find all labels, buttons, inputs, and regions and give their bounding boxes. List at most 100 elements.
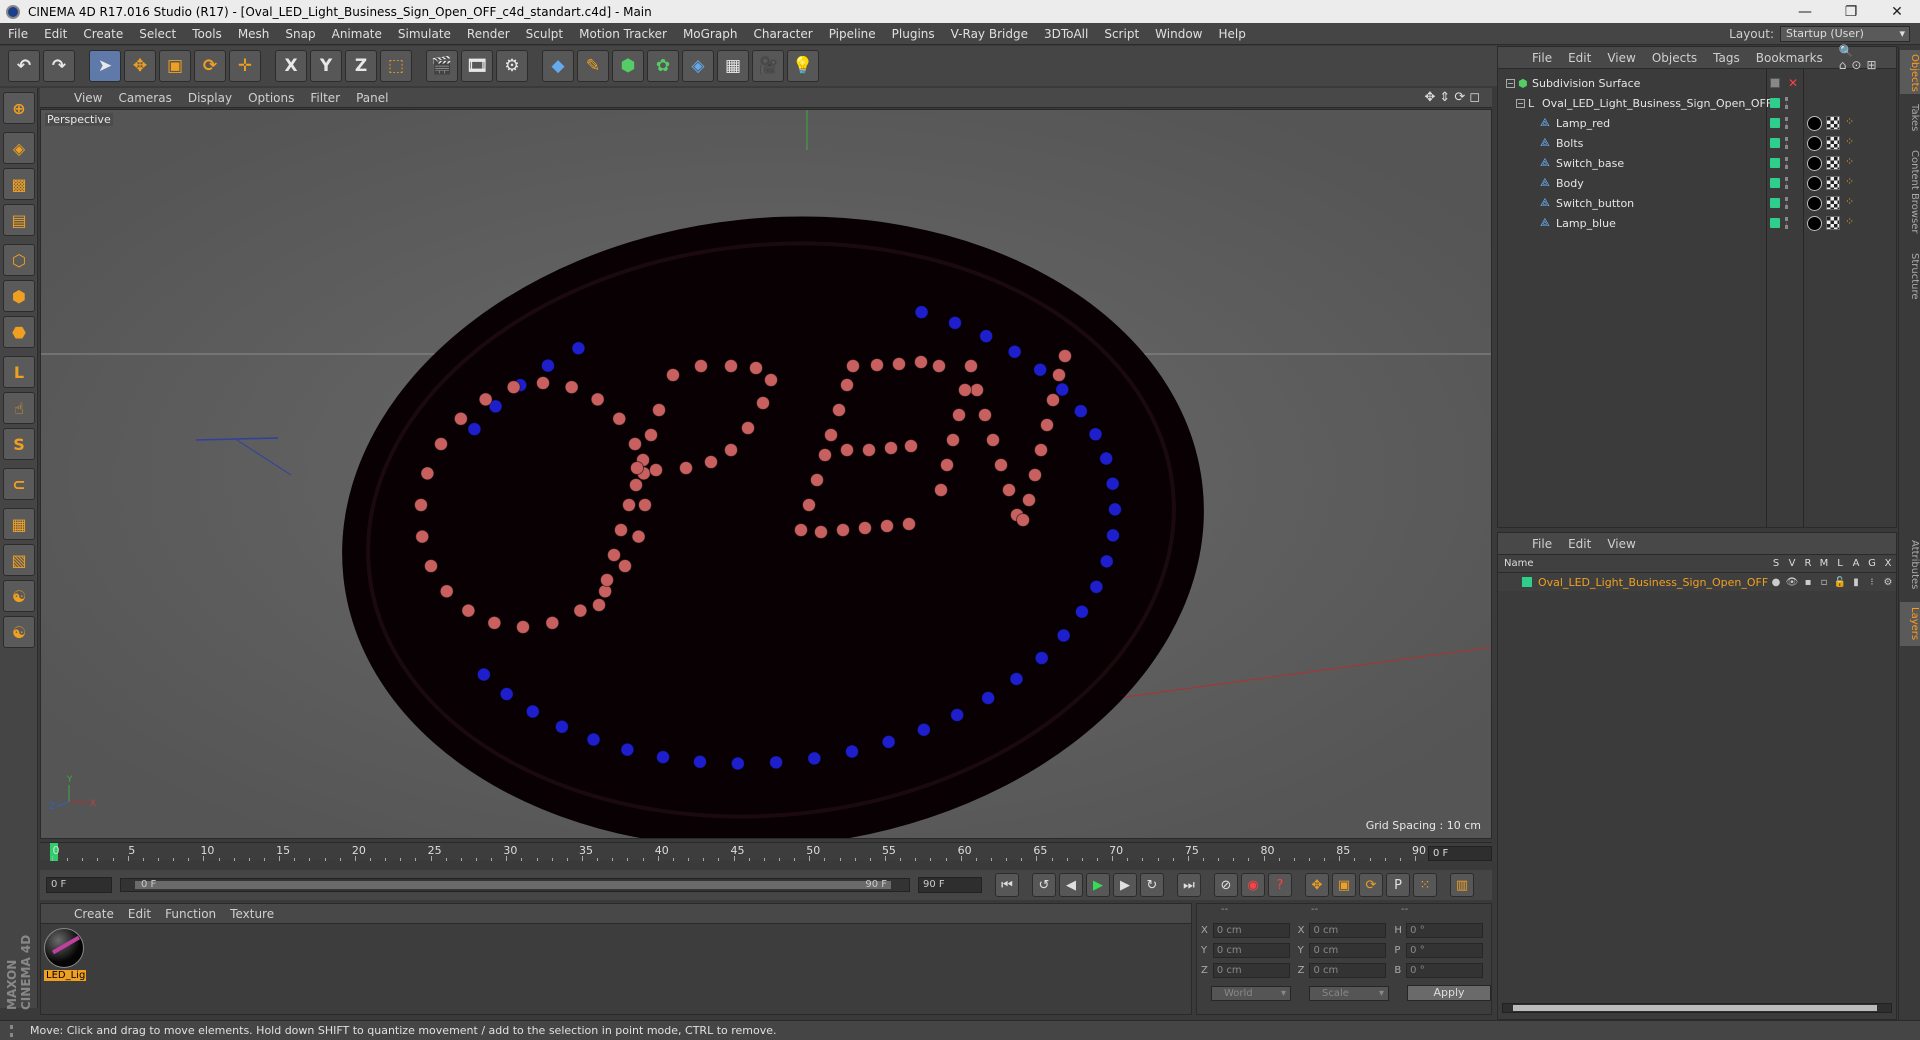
apply-button[interactable]: Apply (1407, 985, 1491, 1001)
layer-color-swatch[interactable] (1770, 138, 1780, 148)
layer-expression-icon[interactable]: ⚙ (1880, 577, 1896, 588)
record-keys-icon[interactable]: ◉ (1241, 873, 1265, 897)
layer-manager-icon[interactable]: ▫ (1816, 577, 1832, 588)
tab-layers[interactable]: Layers (1900, 602, 1920, 646)
material-tag-icon[interactable] (1807, 155, 1822, 171)
viewport-menu-options[interactable]: Options (240, 91, 302, 105)
position-z-field[interactable]: 0 cm (1212, 962, 1290, 978)
objmgr-menu-tags[interactable]: Tags (1705, 51, 1748, 65)
current-frame-field[interactable]: 0 F (1428, 846, 1492, 861)
menu-snap[interactable]: Snap (277, 27, 323, 41)
menu-edit[interactable]: Edit (36, 27, 75, 41)
material-tag-icon[interactable] (1807, 135, 1822, 151)
go-to-end-icon[interactable]: ⏭ (1177, 873, 1201, 897)
size-mode-dropdown[interactable]: Scale (1309, 985, 1389, 1001)
layer-lock-icon[interactable]: 🔓 (1832, 577, 1848, 588)
x-axis-lock-button[interactable]: X (275, 50, 307, 82)
start-frame-field[interactable]: 0 F (46, 877, 112, 893)
texture-tag-icon[interactable] (1826, 116, 1840, 130)
layout-dropdown[interactable]: Startup (User) (1780, 25, 1910, 42)
render-view-icon[interactable]: 🎬 (426, 50, 458, 82)
objmgr-menu-view[interactable]: View (1599, 51, 1643, 65)
next-frame-icon[interactable]: ▶ (1113, 873, 1137, 897)
z-axis-lock-button[interactable]: Z (345, 50, 377, 82)
menu-select[interactable]: Select (131, 27, 184, 41)
object-row-lamp-red[interactable]: ⟁ Lamp_red ⁘ (1498, 113, 1896, 133)
layer-solo-icon[interactable]: ● (1768, 577, 1784, 588)
size-y-field[interactable]: 0 cm (1309, 942, 1387, 958)
visibility-dots-icon[interactable] (1785, 97, 1789, 109)
make-editable-icon[interactable]: ⊕ (3, 92, 35, 124)
menu-3dtoall[interactable]: 3DToAll (1036, 27, 1096, 41)
scale-tool-icon[interactable]: ▣ (159, 50, 191, 82)
object-row-bolts[interactable]: ⟁ Bolts ⁘ (1498, 133, 1896, 153)
array-generator-icon[interactable]: ✿ (647, 50, 679, 82)
viewport-menu-panel[interactable]: Panel (348, 91, 396, 105)
previous-frame-icon[interactable]: ◀ (1059, 873, 1083, 897)
redo-button[interactable]: ↷ (43, 50, 75, 82)
material-tag-icon[interactable] (1807, 195, 1822, 211)
menu-plugins[interactable]: Plugins (884, 27, 943, 41)
phong-tag-icon[interactable]: ⁘ (1845, 116, 1858, 130)
material-menu-function[interactable]: Function (158, 907, 223, 921)
layer-view-icon[interactable]: 👁 (1784, 577, 1800, 588)
object-row-subdivision-surface[interactable]: − ⬢ Subdivision Surface ✕ (1498, 73, 1896, 93)
objmgr-search-home-icons[interactable]: 🔍⌂⊙⊞ (1831, 44, 1896, 72)
grid-lock-icon[interactable]: ▦ (3, 508, 35, 540)
minimize-button[interactable]: — (1782, 4, 1828, 20)
visibility-dots-icon[interactable] (1785, 217, 1789, 229)
texture-mode-icon[interactable]: ▩ (3, 168, 35, 200)
workplane-mode-icon[interactable]: ▤ (3, 204, 35, 236)
viewport-menu-display[interactable]: Display (180, 91, 240, 105)
frame-range-slider[interactable]: 0 F 90 F (120, 878, 910, 892)
tab-attributes[interactable]: Attributes (1900, 532, 1920, 598)
autokey-icon[interactable]: ? (1268, 873, 1292, 897)
layer-color-swatch[interactable] (1770, 98, 1780, 108)
phong-tag-icon[interactable]: ⁘ (1845, 136, 1858, 150)
menu-help[interactable]: Help (1210, 27, 1253, 41)
layer-color-swatch[interactable] (1770, 158, 1780, 168)
menu-character[interactable]: Character (745, 27, 820, 41)
viewport-menu-filter[interactable]: Filter (302, 91, 348, 105)
viewport-menu-cameras[interactable]: Cameras (110, 91, 179, 105)
layer-color-swatch[interactable] (1770, 118, 1780, 128)
pen-spline-icon[interactable]: ✎ (577, 50, 609, 82)
undo-button[interactable]: ↶ (8, 50, 40, 82)
object-row-body[interactable]: ⟁ Body ⁘ (1498, 173, 1896, 193)
close-button[interactable]: ✕ (1874, 4, 1920, 20)
points-mode-icon[interactable]: ⬡ (3, 244, 35, 276)
texture-tag-icon[interactable] (1826, 176, 1840, 190)
visibility-dots-icon[interactable] (1785, 117, 1789, 129)
enabled-toggle-icon[interactable]: ✕ (1788, 76, 1798, 90)
rotation-h-field[interactable]: 0 ° (1406, 922, 1484, 938)
texture-tag-icon[interactable] (1826, 196, 1840, 210)
editor-visibility-icon[interactable] (1770, 78, 1780, 88)
layer-color-swatch[interactable] (1770, 218, 1780, 228)
timeline-window-icon[interactable]: ▥ (1450, 873, 1474, 897)
menu-window[interactable]: Window (1147, 27, 1210, 41)
layer-render-icon[interactable]: ▪ (1800, 577, 1816, 588)
move-tool-icon[interactable]: ✥ (124, 50, 156, 82)
layer-animation-icon[interactable]: ▮ (1848, 577, 1864, 588)
previous-key-icon[interactable]: ↺ (1032, 873, 1056, 897)
layer-row[interactable]: Oval_LED_Light_Business_Sign_Open_OFF ● … (1498, 573, 1896, 591)
key-pla-icon[interactable]: ⁙ (1413, 873, 1437, 897)
phong-tag-icon[interactable]: ⁘ (1845, 216, 1858, 230)
phong-tag-icon[interactable]: ⁘ (1845, 176, 1858, 190)
layer-color-swatch[interactable] (1522, 577, 1532, 587)
material-menu-create[interactable]: Create (67, 907, 121, 921)
menu-script[interactable]: Script (1096, 27, 1147, 41)
horizontal-scrollbar[interactable] (1502, 1003, 1892, 1013)
axis-mode-icon[interactable]: L (3, 356, 35, 388)
key-position-icon[interactable]: ✥ (1305, 873, 1329, 897)
layer-name[interactable]: Oval_LED_Light_Business_Sign_Open_OFF (1538, 576, 1768, 589)
recent-tool-icon[interactable]: ✛ (229, 50, 261, 82)
menu-tools[interactable]: Tools (184, 27, 230, 41)
texture-tag-icon[interactable] (1826, 156, 1840, 170)
menu-file[interactable]: File (0, 27, 36, 41)
visibility-dots-icon[interactable] (1785, 157, 1789, 169)
layer-generator-icon[interactable]: ⁝ (1864, 577, 1880, 588)
texture-tag-icon[interactable] (1826, 136, 1840, 150)
next-key-icon[interactable]: ↻ (1140, 873, 1164, 897)
visibility-dots-icon[interactable] (1785, 137, 1789, 149)
